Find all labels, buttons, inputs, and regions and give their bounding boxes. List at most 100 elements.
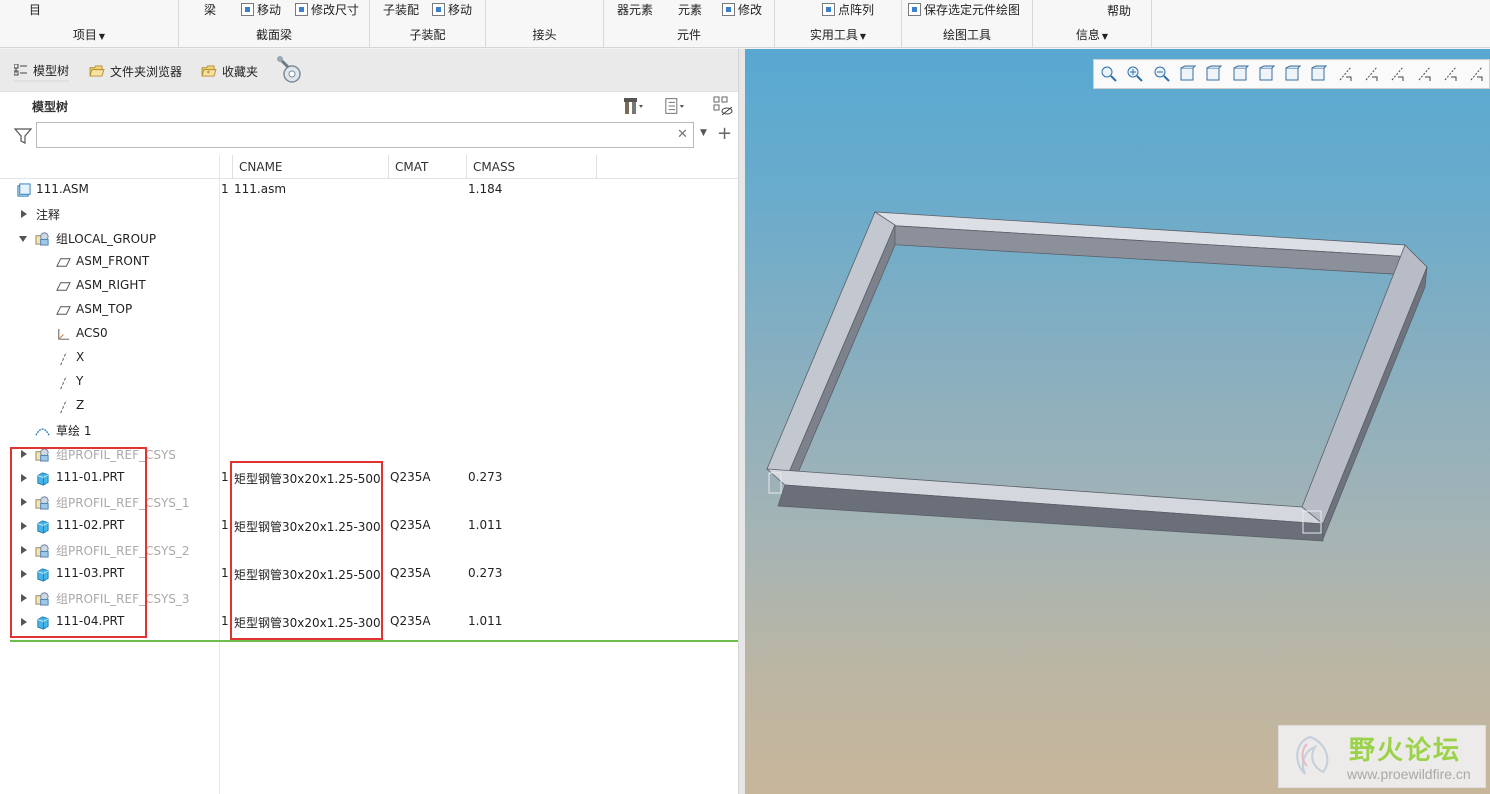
saved-views-icon[interactable] bbox=[1232, 65, 1250, 83]
tree-row[interactable]: ASM_RIGHT bbox=[0, 275, 738, 299]
dropdown-caret-icon: ▼ bbox=[1101, 32, 1109, 41]
navigator-tabs: 模型树 文件夹浏览器 * 收藏夹 bbox=[0, 49, 744, 92]
tree-row[interactable]: X bbox=[0, 347, 738, 371]
axis-display-icon[interactable] bbox=[1389, 65, 1407, 83]
column-header-cmass[interactable]: CMASS bbox=[466, 155, 597, 179]
tab-favorites[interactable]: * 收藏夹 bbox=[200, 60, 258, 82]
column-header-status[interactable] bbox=[219, 155, 233, 179]
cell-c1: 1 bbox=[221, 614, 229, 628]
ribbon-group-drawing: 保存选定元件绘图 绘图工具 bbox=[902, 0, 1033, 48]
tree-row[interactable]: 组LOCAL_GROUP bbox=[0, 227, 738, 251]
highlight-box-cname bbox=[230, 461, 383, 640]
annotation-display-icon[interactable] bbox=[1468, 65, 1486, 83]
csys-icon bbox=[58, 328, 70, 340]
ribbon-btn-label: 元素 bbox=[678, 2, 703, 17]
tree-title: 模型树 bbox=[32, 100, 69, 114]
graphics-viewport[interactable]: 野火论坛 www.proewildfire.cn bbox=[745, 49, 1490, 794]
subassembly-button[interactable]: 子装配 bbox=[383, 1, 419, 17]
tree-search-input[interactable] bbox=[36, 122, 694, 148]
tree-row[interactable]: 111.ASM 1 111.asm 1.184 bbox=[0, 179, 738, 203]
insert-indicator bbox=[10, 640, 738, 642]
frame-model[interactable] bbox=[745, 49, 1490, 794]
filter-icon[interactable] bbox=[14, 127, 32, 145]
tree-filter-display-button[interactable] bbox=[712, 95, 734, 117]
perspective-icon[interactable] bbox=[1205, 65, 1223, 83]
highlight-box-names bbox=[10, 447, 147, 638]
tree-node-label: ASM_FRONT bbox=[76, 254, 150, 268]
tree-row[interactable]: 草绘 1 bbox=[0, 419, 738, 443]
list-settings-icon bbox=[665, 98, 685, 114]
ribbon-btn-label: 帮助 bbox=[1107, 3, 1132, 18]
add-icon[interactable]: + bbox=[717, 123, 732, 144]
subassembly-move-button[interactable]: 移动 bbox=[432, 1, 472, 17]
ribbon-btn-label: 修改 bbox=[738, 2, 763, 17]
csys-display-icon[interactable] bbox=[1442, 65, 1460, 83]
repaint-icon[interactable] bbox=[1179, 65, 1197, 83]
ribbon-group-label[interactable]: 项目 ▼ bbox=[0, 26, 178, 43]
tree-row[interactable]: Y bbox=[0, 371, 738, 395]
zoom-in-icon[interactable] bbox=[1126, 65, 1144, 83]
ribbon-group-label[interactable]: 实用工具 ▼ bbox=[775, 26, 901, 43]
modify-dim-button[interactable]: 修改尺寸 bbox=[295, 1, 359, 17]
cell-c1: 1 bbox=[221, 566, 229, 580]
modify-icon bbox=[722, 2, 735, 16]
ribbon-group-label[interactable]: 信息 ▼ bbox=[1033, 26, 1151, 43]
beam-left-side bbox=[786, 224, 896, 496]
tree-row[interactable]: ASM_TOP bbox=[0, 299, 738, 323]
tree-row[interactable]: 注释 bbox=[0, 203, 738, 227]
cell-cmat: Q235A bbox=[390, 518, 431, 532]
folder-icon bbox=[89, 65, 105, 77]
beam-left-face bbox=[766, 211, 896, 478]
column-header-cmat[interactable]: CMAT bbox=[388, 155, 467, 179]
view-toolbar bbox=[1093, 59, 1490, 89]
column-header-cname[interactable]: CNAME bbox=[232, 155, 389, 179]
save-drawing-button[interactable]: 保存选定元件绘图 bbox=[908, 1, 1020, 17]
ribbon-btn-item[interactable]: 目 bbox=[29, 1, 41, 17]
tree-settings-button[interactable] bbox=[664, 95, 686, 117]
tree-node-label: Z bbox=[76, 398, 85, 412]
tree-node-label: 组LOCAL_GROUP bbox=[56, 232, 157, 246]
view-manager-icon[interactable] bbox=[1258, 65, 1276, 83]
beam-button[interactable]: 梁 bbox=[204, 1, 216, 17]
chevron-down-icon[interactable] bbox=[19, 236, 27, 242]
clear-icon[interactable]: ✕ bbox=[677, 127, 688, 142]
tree-row[interactable]: Z bbox=[0, 395, 738, 419]
ribbon-group-subassembly: 子装配 移动 子装配 bbox=[370, 0, 486, 48]
tree-node-label: 草绘 1 bbox=[56, 424, 92, 438]
element-button[interactable]: 元素 bbox=[678, 1, 702, 17]
point-display-icon[interactable] bbox=[1416, 65, 1434, 83]
plane-display-icon[interactable] bbox=[1363, 65, 1381, 83]
ribbon-group-label: 接头 bbox=[486, 26, 603, 43]
ribbon-group-title: 截面梁 bbox=[255, 28, 292, 42]
show-hide-icon bbox=[713, 96, 733, 116]
chevron-down-icon[interactable]: ▼ bbox=[700, 128, 707, 138]
device-element-button[interactable]: 器元素 bbox=[617, 1, 653, 17]
tree-row[interactable]: ASM_FRONT bbox=[0, 251, 738, 275]
tab-model-tree[interactable]: 模型树 bbox=[14, 60, 70, 82]
tree-header: 模型树 bbox=[0, 92, 744, 120]
zoom-fit-icon[interactable] bbox=[1100, 65, 1118, 83]
beam-move-button[interactable]: 移动 bbox=[241, 1, 281, 17]
section-icon[interactable] bbox=[1310, 65, 1328, 83]
ribbon-btn-label: 保存选定元件绘图 bbox=[924, 2, 1021, 17]
help-button[interactable]: 帮助 bbox=[1107, 2, 1131, 18]
axis-icon bbox=[60, 375, 67, 390]
datum-plane-icon bbox=[56, 306, 71, 315]
tree-tools-button[interactable] bbox=[622, 95, 644, 117]
zoom-out-icon[interactable] bbox=[1153, 65, 1171, 83]
component-modify-button[interactable]: 修改 bbox=[722, 1, 762, 17]
tab-folder-browser[interactable]: 文件夹浏览器 bbox=[88, 60, 182, 82]
axis-icon bbox=[60, 399, 67, 414]
panel-splitter[interactable] bbox=[738, 49, 745, 794]
modify-dimension-icon bbox=[295, 2, 308, 16]
tree-row[interactable]: ACS0 bbox=[0, 323, 738, 347]
point-pattern-button[interactable]: 点阵列 bbox=[822, 1, 874, 17]
settings-gear-icon[interactable] bbox=[274, 54, 306, 86]
tree-node-label: Y bbox=[76, 374, 84, 388]
chevron-right-icon[interactable] bbox=[21, 210, 27, 218]
tab-label: 文件夹浏览器 bbox=[110, 64, 183, 79]
datum-display-icon[interactable] bbox=[1337, 65, 1355, 83]
group-icon bbox=[35, 232, 49, 246]
sketch-icon bbox=[35, 428, 50, 436]
display-style-icon[interactable] bbox=[1284, 65, 1302, 83]
